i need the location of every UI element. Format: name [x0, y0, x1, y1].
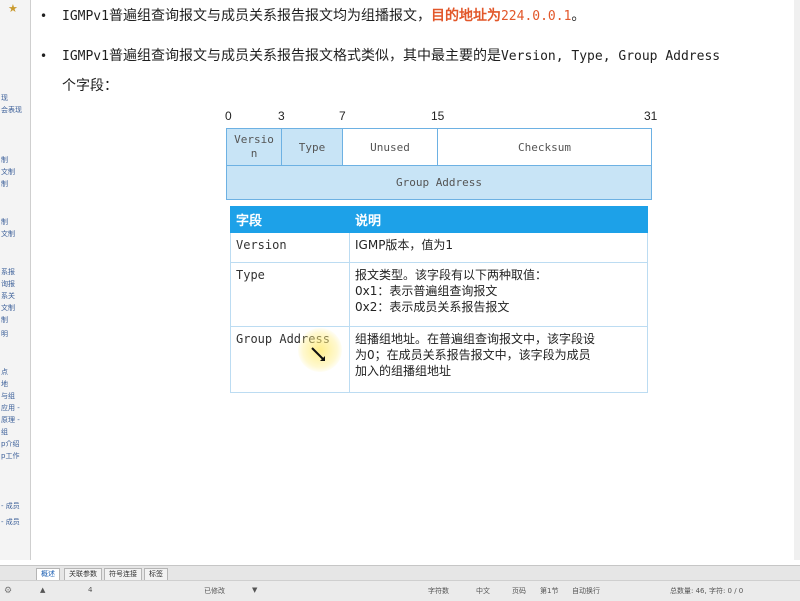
bullet-line-2: • IGMPv1普遍组查询报文与成员关系报告报文格式类似，其中最主要的是Versi… [40, 46, 720, 67]
outline-item[interactable]: 地 [1, 380, 29, 388]
bullet1-end: 。 [571, 8, 586, 24]
status-bar: ▲ 4 已修改 ▼ 字符数 中文 页码 第1节 自动换行 编码 选项 总数量: … [0, 580, 800, 601]
field-version: Versio n [226, 128, 282, 166]
outline-item[interactable]: 文制 [1, 304, 29, 312]
field-type: Type [281, 128, 343, 166]
vertical-scrollbar[interactable] [794, 0, 800, 560]
status-word-wrap: 自动换行 [572, 587, 600, 595]
status-page: 页码 [512, 587, 526, 595]
bullet2-text: 普遍组查询报文与成员关系报告报文格式类似，其中最主要的是 [108, 48, 501, 64]
table-header-row: 字段 说明 [230, 206, 648, 233]
mouse-pointer-icon [311, 347, 325, 361]
document-content: • IGMPv1普遍组查询报文与成员关系报告报文均为组播报文，目的地址为224.0… [34, 0, 800, 560]
row-field-version: Version [230, 232, 350, 263]
status-up-arrow[interactable]: ▲ [40, 586, 45, 594]
outline-item[interactable]: 会表现 [1, 106, 29, 114]
bit-number-0: 0 [225, 109, 232, 123]
bullet1-protocol: IGMPv1 [62, 9, 109, 24]
outline-item[interactable]: 制 [1, 218, 29, 226]
outline-item[interactable]: 明 [1, 330, 29, 338]
bit-number-15: 15 [431, 109, 445, 123]
bullet1-address: 224.0.0.1 [500, 9, 572, 24]
status-count: 4 [88, 586, 93, 594]
field-group-address: Group Address [226, 165, 652, 200]
row-desc-version: IGMP版本，值为1 [349, 232, 648, 263]
bullet2-fields: Version, Type, Group Address [500, 49, 721, 64]
desc-line: 0x2：表示成员关系报告报文 [355, 300, 510, 314]
status-char-count: 字符数 [428, 587, 449, 595]
field-description-table: 字段 说明 Version IGMP版本，值为1 Type 报文类型。该字段有以… [230, 206, 648, 393]
bullet-line-1: • IGMPv1普遍组查询报文与成员关系报告报文均为组播报文，目的地址为224.0… [40, 6, 585, 27]
outline-item[interactable]: p工作 [1, 452, 29, 460]
row-desc-type: 报文类型。该字段有以下两种取值： 0x1：表示普遍组查询报文 0x2：表示成员关… [349, 262, 648, 327]
status-down-arrow[interactable]: ▼ [252, 586, 257, 594]
desc-line: 加入的组播组地址 [355, 364, 452, 378]
outline-item[interactable]: - 成员 [1, 502, 29, 510]
bit-number-31: 31 [644, 109, 658, 123]
header-field: 字段 [230, 206, 350, 233]
bullet1-emphasis: 目的地址为 [430, 8, 501, 24]
desc-line: 组播组地址。在普遍组查询报文中，该字段设 [355, 332, 596, 346]
outline-item[interactable]: 文制 [1, 168, 29, 176]
bit-number-7: 7 [339, 109, 346, 123]
outline-item[interactable]: 点 [1, 368, 29, 376]
bottom-tab-bar: 概述 关联参数 符号连接 标签 [0, 565, 800, 581]
settings-gear-icon[interactable]: ⚙ [4, 586, 12, 596]
field-unused: Unused [342, 128, 438, 166]
outline-item[interactable]: 制 [1, 180, 29, 188]
status-section: 第1节 [540, 587, 559, 595]
desc-line: 为0；在成员关系报告报文中，该字段为成员 [355, 348, 591, 362]
bullet2-protocol: IGMPv1 [62, 49, 109, 64]
outline-item[interactable]: 系报 [1, 268, 29, 276]
status-modified: 已修改 [204, 587, 225, 595]
desc-line: 报文类型。该字段有以下两种取值： [355, 268, 548, 282]
bullet1-text: 普遍组查询报文与成员关系报告报文均为组播报文， [108, 8, 431, 24]
favorite-star-icon[interactable]: ★ [8, 2, 18, 15]
outline-item[interactable]: 组 [1, 428, 29, 436]
desc-line: 0x1：表示普遍组查询报文 [355, 284, 498, 298]
row-desc-group-address: 组播组地址。在普遍组查询报文中，该字段设 为0；在成员关系报告报文中，该字段为成… [349, 326, 648, 393]
field-checksum: Checksum [437, 128, 652, 166]
bullet-icon: • [40, 49, 48, 63]
bit-number-3: 3 [278, 109, 285, 123]
outline-item[interactable]: 现 [1, 94, 29, 102]
status-total: 总数量: 46, 字符: 0 / 0 [670, 587, 744, 595]
document-outline-sidebar[interactable]: ★ 现会表现制文制制制文制 系报 询报 系关 文制制明点地与组 应用 - 原理 - 组 p介绍 p… [0, 0, 31, 560]
igmp-packet-format-diagram: Versio n Type Unused Checksum Group Addr… [226, 128, 652, 200]
outline-item[interactable]: p介绍 [1, 440, 29, 448]
bullet-icon: • [40, 9, 48, 23]
outline-item[interactable]: 系关 [1, 292, 29, 300]
table-row: Version IGMP版本，值为1 [230, 232, 648, 263]
outline-item[interactable]: 询报 [1, 280, 29, 288]
outline-item[interactable]: 与组 [1, 392, 29, 400]
outline-item[interactable]: 应用 - [1, 404, 29, 412]
outline-item[interactable]: 文制 [1, 230, 29, 238]
row-field-type: Type [230, 262, 350, 327]
status-language: 中文 [476, 587, 490, 595]
bullet-line-2-continuation: 个字段： [62, 78, 118, 94]
outline-item[interactable]: 制 [1, 316, 29, 324]
header-description: 说明 [349, 206, 648, 233]
outline-item[interactable]: - 成员 [1, 518, 29, 526]
outline-item[interactable]: 制 [1, 156, 29, 164]
table-row: Type 报文类型。该字段有以下两种取值： 0x1：表示普遍组查询报文 0x2：… [230, 262, 648, 327]
table-row: Group Address 组播组地址。在普遍组查询报文中，该字段设 为0；在成… [230, 326, 648, 393]
desc-line: IGMP版本，值为1 [355, 238, 454, 252]
outline-item[interactable]: 原理 - [1, 416, 29, 424]
